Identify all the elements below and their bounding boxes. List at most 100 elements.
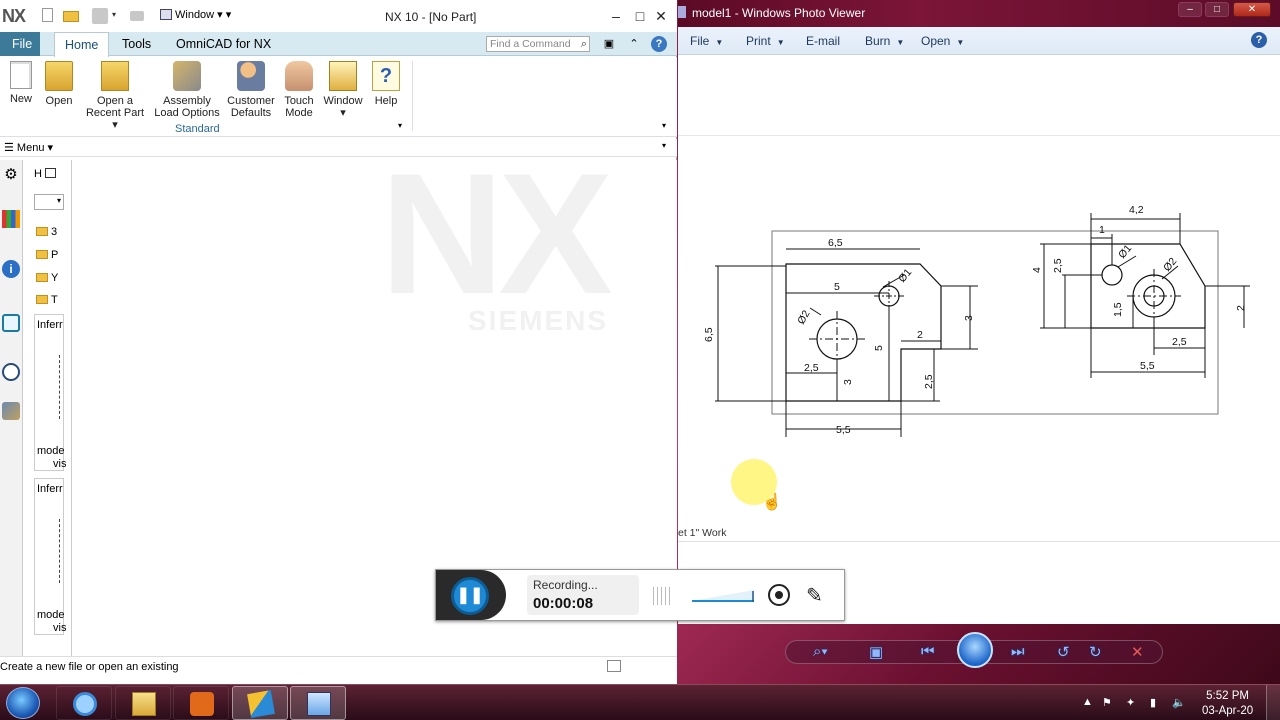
menu-burn[interactable]: Burn ▼ <box>865 34 904 48</box>
info-box: Inferr mode vis <box>34 314 66 471</box>
show-hidden-icons[interactable]: ▲ <box>1082 696 1093 708</box>
nx-window-title: NX 10 - [No Part] <box>385 10 477 24</box>
side-view-outline <box>1090 243 1206 329</box>
folder-item[interactable]: 3 <box>36 226 70 238</box>
taskbar-ie[interactable] <box>56 686 112 720</box>
next-icon[interactable]: ⏭ <box>1011 643 1025 660</box>
menu-file-label: File <box>690 34 710 48</box>
actual-size-icon[interactable]: ▣ <box>869 643 883 661</box>
search-icon[interactable]: ⌕ <box>581 37 587 51</box>
status-bar: Create a new file or open an existing <box>0 656 677 684</box>
rotate-clockwise-icon[interactable]: ↻ <box>1089 643 1102 661</box>
minimize-button[interactable]: – <box>606 6 626 26</box>
dim-label: Ø1 <box>896 266 914 285</box>
customer-label-2: Defaults <box>230 107 272 119</box>
repeat-command-icon[interactable] <box>130 11 144 21</box>
group-label-standard: Standard <box>175 123 220 135</box>
folder-item[interactable]: P <box>36 249 70 261</box>
chevron-down-icon[interactable]: ▾ <box>112 10 116 19</box>
slideshow-button[interactable] <box>957 632 993 668</box>
clock[interactable]: 5:52 PM 03-Apr-20 <box>1202 689 1253 719</box>
recent-folder-icon <box>101 61 129 91</box>
close-button[interactable]: ✕ <box>1233 2 1271 17</box>
menu-open-label: Open <box>921 34 951 48</box>
webcam-icon[interactable] <box>768 584 790 606</box>
roles-icon[interactable] <box>2 402 20 420</box>
undo-icon[interactable] <box>92 8 108 24</box>
action-center-icon[interactable]: ⚑ <box>1102 696 1112 709</box>
menu-file[interactable]: File ▼ <box>690 34 723 48</box>
sheet-label: et 1" Work <box>678 527 727 539</box>
taskbar-media[interactable] <box>173 686 229 720</box>
tray-app-icon[interactable]: ✦ <box>1126 696 1135 709</box>
volume-level-icon[interactable] <box>692 589 754 603</box>
reuse-library-icon[interactable] <box>2 210 20 228</box>
taskbar-explorer[interactable] <box>115 686 171 720</box>
drag-handle[interactable] <box>653 587 671 605</box>
group-expand-icon[interactable]: ▾ <box>398 121 402 130</box>
panel-toggle-icon[interactable] <box>45 168 57 178</box>
help-button[interactable]: ? Help <box>372 61 400 107</box>
navigator-dropdown[interactable]: ▾ <box>34 194 64 210</box>
open-folder-icon <box>45 61 73 91</box>
help-icon[interactable]: ? <box>1251 32 1267 48</box>
rotate-counterclockwise-icon[interactable]: ↺ <box>1057 643 1070 661</box>
navigator-header: H <box>34 168 68 180</box>
web-browser-icon[interactable] <box>2 314 20 332</box>
dim-label: 5 <box>873 345 885 351</box>
show-desktop-button[interactable] <box>1266 685 1280 720</box>
zoom-icon[interactable]: ⌕▾ <box>813 643 828 660</box>
taskbar-photo-viewer[interactable] <box>290 686 346 720</box>
info-icon[interactable]: i <box>2 260 20 278</box>
navigator-panel: H ▾ 3 P Y T Inferr mode vis Inferr mode … <box>24 160 72 656</box>
tab-tools[interactable]: Tools <box>112 32 161 56</box>
maximize-button[interactable]: □ <box>630 6 650 26</box>
menu-email[interactable]: E-mail <box>806 34 840 48</box>
minimize-button[interactable]: – <box>1178 2 1202 17</box>
gear-icon[interactable]: ⚙ <box>2 165 20 183</box>
help-icon: ? <box>372 61 400 91</box>
tab-omnicad[interactable]: OmniCAD for NX <box>166 32 281 56</box>
collapse-ribbon-icon[interactable]: ⌃ <box>626 36 642 52</box>
photo-canvas[interactable]: 6,5 5 6,5 3 2 2,5 3 5 2,5 5,5 Ø2 Ø1 4,2 … <box>678 55 1280 624</box>
folder-item[interactable]: Y <box>36 272 70 284</box>
chevron-down-icon: ▼ <box>896 38 905 47</box>
menu-bar-more-icon[interactable]: ▾ <box>662 141 666 150</box>
previous-icon[interactable]: ⏮ <box>921 643 935 660</box>
pause-button[interactable]: ❚❚ <box>451 577 489 615</box>
tab-home[interactable]: Home <box>54 32 110 57</box>
help-icon[interactable]: ? <box>651 36 667 52</box>
full-screen-icon[interactable] <box>607 660 621 672</box>
tab-file[interactable]: File <box>0 32 40 56</box>
assembly-load-options-button[interactable]: Assembly Load Options <box>153 61 221 119</box>
image-edge-bottom <box>678 541 1280 542</box>
window-button[interactable]: Window ▾ <box>321 61 365 119</box>
volume-icon[interactable]: 🔈 <box>1172 696 1186 709</box>
maximize-button[interactable]: □ <box>1205 2 1229 17</box>
touch-mode-button[interactable]: Touch Mode <box>282 61 316 119</box>
folder-item[interactable]: T <box>36 294 70 306</box>
drawing-frame <box>771 230 1219 415</box>
new-file-icon[interactable] <box>42 8 53 22</box>
open-button[interactable]: Open <box>42 61 76 107</box>
pen-icon[interactable]: ✎ <box>806 583 823 608</box>
open-recent-part-button[interactable]: Open a Recent Part ▾ <box>82 61 148 131</box>
network-icon[interactable]: ▮ <box>1150 696 1156 709</box>
menu-button[interactable]: ☰ Menu ▾ <box>4 141 53 154</box>
close-button[interactable]: ✕ <box>651 6 671 26</box>
menu-email-label: E-mail <box>806 34 841 48</box>
assembly-label-2: Load Options <box>154 107 220 119</box>
ribbon-options-icon[interactable]: ▣ <box>601 36 617 52</box>
menu-print[interactable]: Print ▼ <box>746 34 785 48</box>
customer-defaults-button[interactable]: Customer Defaults <box>226 61 276 119</box>
menu-open[interactable]: Open ▼ <box>921 34 964 48</box>
find-command-input[interactable]: Find a Command ⌕ <box>486 36 590 52</box>
history-clock-icon[interactable] <box>2 363 20 381</box>
taskbar-nx[interactable] <box>232 686 288 720</box>
start-button[interactable] <box>6 687 40 719</box>
window-menu[interactable]: Window ▾ ▾ <box>160 8 231 21</box>
ribbon-more-icon[interactable]: ▾ <box>662 121 666 130</box>
new-button[interactable]: New <box>8 61 34 105</box>
open-folder-icon[interactable] <box>63 11 79 22</box>
delete-icon[interactable]: ✕ <box>1131 643 1144 661</box>
